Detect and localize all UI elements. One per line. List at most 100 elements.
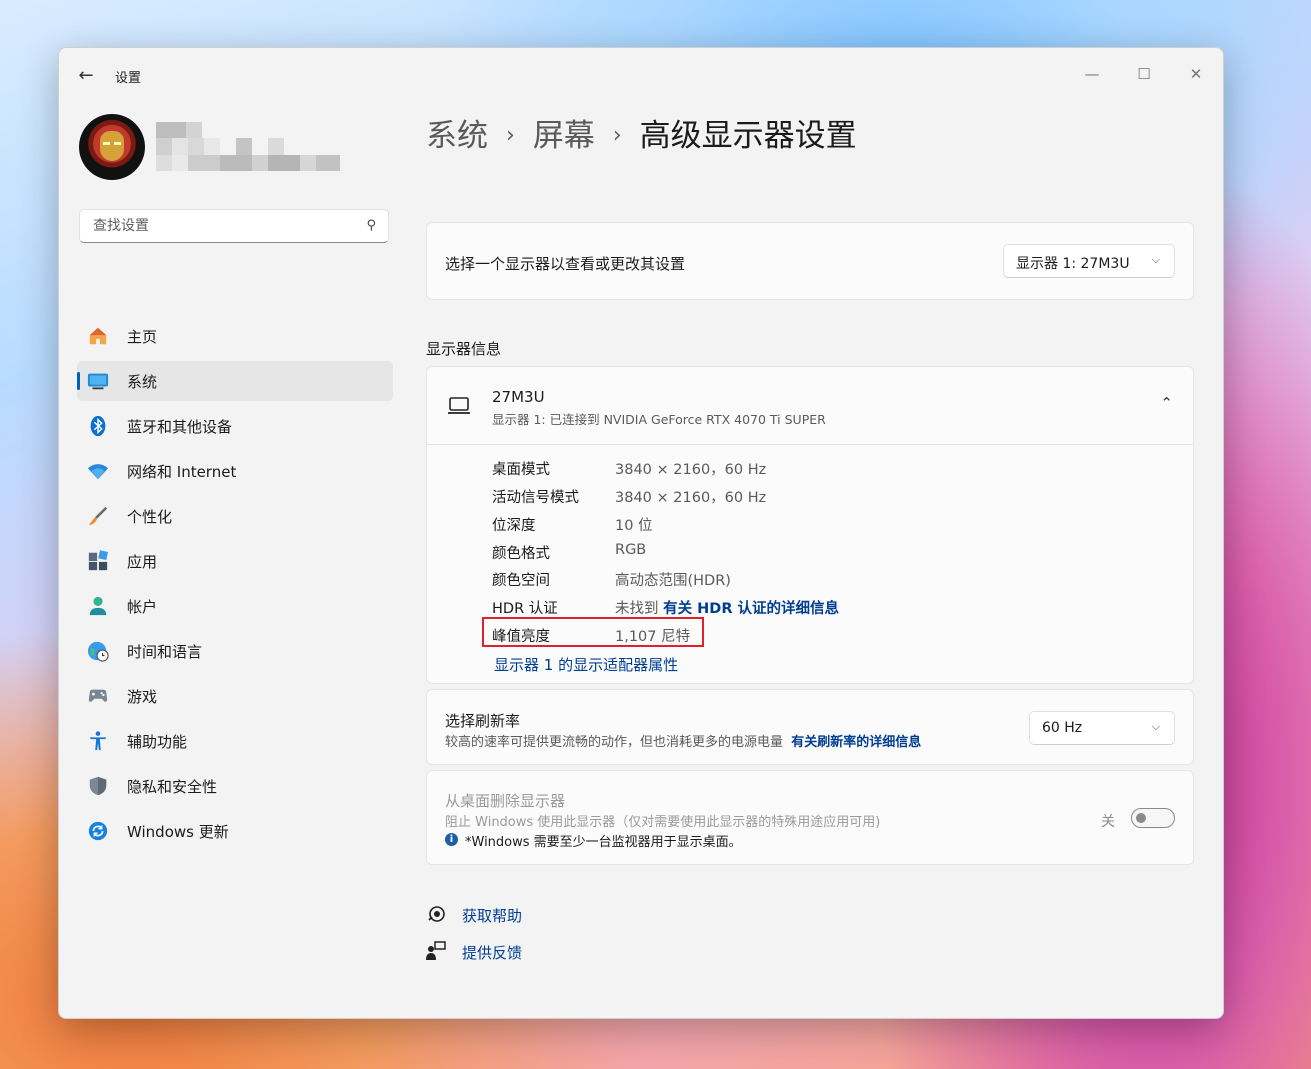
refresh-rate-desc: 较高的速率可提供更流畅的动作，但也消耗更多的电源电量 有关刷新率的详细信息 bbox=[445, 731, 921, 750]
remove-display-title: 从桌面删除显示器 bbox=[445, 792, 566, 810]
info-key: 活动信号模式 bbox=[492, 490, 579, 506]
sidebar-item-personalization[interactable]: 个性化 bbox=[77, 496, 393, 536]
settings-window: ← 设置 — ☐ ✕ 查找设置 ⚲ 主页 系统 蓝牙和其他设备 网络和 Inte… bbox=[58, 47, 1224, 1019]
chevron-down-icon: ⌵ bbox=[1151, 720, 1160, 733]
refresh-rate-title: 选择刷新率 bbox=[445, 712, 521, 730]
search-input[interactable] bbox=[91, 217, 355, 235]
main-content: 系统 › 屏幕 › 高级显示器设置 选择一个显示器以查看或更改其设置 显示器 1: 27… bbox=[426, 104, 1196, 1004]
refresh-rate-desc-text: 较高的速率可提供更流畅的动作，但也消耗更多的电源电量 bbox=[445, 735, 784, 750]
chevron-down-icon: ⌵ bbox=[1151, 253, 1160, 266]
accessibility-icon bbox=[89, 731, 107, 751]
sidebar-item-label: 辅助功能 bbox=[127, 733, 188, 751]
sidebar-item-home[interactable]: 主页 bbox=[77, 316, 393, 356]
gamepad-icon bbox=[88, 689, 108, 702]
feedback-link[interactable]: 提供反馈 bbox=[462, 942, 522, 963]
maximize-button[interactable]: ☐ bbox=[1121, 58, 1167, 90]
page-title: 高级显示器设置 bbox=[639, 118, 857, 154]
shield-icon bbox=[89, 776, 107, 796]
remove-display-note: *Windows 需要至少一台监视器用于显示桌面。 bbox=[465, 835, 742, 850]
display-info-header[interactable]: 27M3U 显示器 1: 已连接到 NVIDIA GeForce RTX 407… bbox=[427, 367, 1193, 445]
monitor-select-dropdown[interactable]: 显示器 1: 27M3U ⌵ bbox=[1003, 244, 1175, 278]
sidebar-item-apps[interactable]: 应用 bbox=[77, 541, 393, 581]
home-icon bbox=[89, 327, 107, 345]
monitor-select-value: 显示器 1: 27M3U bbox=[1016, 256, 1130, 272]
search-box[interactable]: ⚲ bbox=[79, 209, 389, 243]
monitor-name: 27M3U bbox=[492, 388, 545, 406]
help-icon bbox=[428, 906, 445, 922]
sidebar-item-label: 帐户 bbox=[127, 598, 158, 616]
account-icon bbox=[89, 596, 107, 616]
sidebar-item-label: 蓝牙和其他设备 bbox=[127, 418, 233, 436]
sidebar-item-label: 游戏 bbox=[127, 688, 158, 706]
info-value: 高动态范围(HDR) bbox=[615, 573, 731, 589]
hdr-cert-link[interactable]: 有关 HDR 认证的详细信息 bbox=[663, 601, 839, 617]
info-value: RGB bbox=[615, 542, 647, 558]
sidebar-item-accessibility[interactable]: 辅助功能 bbox=[77, 721, 393, 761]
search-icon[interactable]: ⚲ bbox=[366, 218, 376, 233]
info-key: 颜色空间 bbox=[492, 573, 550, 589]
sidebar-item-bluetooth[interactable]: 蓝牙和其他设备 bbox=[77, 406, 393, 446]
adapter-properties-link[interactable]: 显示器 1 的显示适配器属性 bbox=[494, 654, 678, 675]
info-icon: i bbox=[445, 833, 458, 846]
hdr-cert-status: 未找到 bbox=[615, 601, 659, 617]
toggle-knob bbox=[1136, 813, 1146, 823]
sidebar-item-label: Windows 更新 bbox=[127, 823, 229, 841]
sidebar-item-label: 隐私和安全性 bbox=[127, 778, 218, 796]
sidebar-item-label: 系统 bbox=[127, 373, 158, 391]
display-info-card: 27M3U 显示器 1: 已连接到 NVIDIA GeForce RTX 407… bbox=[426, 366, 1194, 684]
info-key: 桌面模式 bbox=[492, 462, 550, 478]
brush-icon bbox=[88, 506, 108, 526]
highlight-box bbox=[482, 617, 704, 647]
sidebar-item-label: 个性化 bbox=[127, 508, 173, 526]
sidebar-item-label: 时间和语言 bbox=[127, 643, 203, 661]
sidebar-item-network[interactable]: 网络和 Internet bbox=[77, 451, 393, 491]
nav-list: 主页 系统 蓝牙和其他设备 网络和 Internet 个性化 应用 帐户 时间和… bbox=[77, 316, 393, 856]
remove-display-desc: 阻止 Windows 使用此显示器（仅对需要使用此显示器的特殊用途应用可用) bbox=[445, 815, 881, 830]
sidebar-item-gaming[interactable]: 游戏 bbox=[77, 676, 393, 716]
section-title-display-info: 显示器信息 bbox=[426, 340, 502, 358]
sidebar-item-time-language[interactable]: 时间和语言 bbox=[77, 631, 393, 671]
sidebar-item-label: 应用 bbox=[127, 553, 158, 571]
update-icon bbox=[88, 821, 108, 841]
globe-clock-icon bbox=[87, 641, 109, 662]
sidebar-item-system[interactable]: 系统 bbox=[77, 361, 393, 401]
title-bar: ← 设置 — ☐ ✕ bbox=[59, 48, 1223, 104]
chevron-up-icon[interactable]: ⌃ bbox=[1160, 394, 1173, 412]
chevron-right-icon: › bbox=[612, 123, 622, 148]
feedback-icon bbox=[426, 941, 446, 960]
info-key: HDR 认证 bbox=[492, 601, 558, 617]
refresh-rate-value: 60 Hz bbox=[1042, 720, 1083, 736]
system-icon bbox=[87, 373, 109, 390]
remove-display-toggle[interactable] bbox=[1131, 808, 1175, 828]
avatar[interactable] bbox=[79, 114, 145, 180]
monitor-description: 显示器 1: 已连接到 NVIDIA GeForce RTX 4070 Ti S… bbox=[492, 412, 826, 427]
info-key: 颜色格式 bbox=[492, 546, 550, 562]
sidebar-item-label: 主页 bbox=[127, 328, 158, 346]
breadcrumb-display[interactable]: 屏幕 bbox=[533, 118, 595, 154]
refresh-rate-dropdown[interactable]: 60 Hz ⌵ bbox=[1029, 711, 1175, 745]
breadcrumb-system[interactable]: 系统 bbox=[426, 118, 488, 154]
sidebar-item-label: 网络和 Internet bbox=[127, 463, 237, 481]
bluetooth-icon bbox=[90, 415, 106, 437]
back-button[interactable]: ← bbox=[75, 66, 97, 86]
sidebar-item-privacy[interactable]: 隐私和安全性 bbox=[77, 766, 393, 806]
wifi-icon bbox=[87, 464, 109, 480]
refresh-rate-link[interactable]: 有关刷新率的详细信息 bbox=[791, 735, 921, 750]
close-button[interactable]: ✕ bbox=[1173, 58, 1219, 90]
remove-display-card: 从桌面删除显示器 阻止 Windows 使用此显示器（仅对需要使用此显示器的特殊… bbox=[426, 770, 1194, 865]
sidebar-item-accounts[interactable]: 帐户 bbox=[77, 586, 393, 626]
sidebar-item-windows-update[interactable]: Windows 更新 bbox=[77, 811, 393, 851]
laptop-icon bbox=[448, 397, 470, 414]
monitor-select-label: 选择一个显示器以查看或更改其设置 bbox=[445, 255, 686, 273]
info-key: 位深度 bbox=[492, 518, 536, 534]
info-value: 3840 × 2160，60 Hz bbox=[615, 490, 767, 506]
minimize-button[interactable]: — bbox=[1069, 58, 1115, 90]
info-value: 10 位 bbox=[615, 518, 653, 534]
get-help-link[interactable]: 获取帮助 bbox=[462, 905, 522, 926]
breadcrumb: 系统 › 屏幕 › 高级显示器设置 bbox=[426, 110, 857, 155]
chevron-right-icon: › bbox=[506, 123, 515, 148]
sidebar: ⚲ 主页 系统 蓝牙和其他设备 网络和 Internet 个性化 bbox=[59, 104, 409, 1004]
monitor-select-card: 选择一个显示器以查看或更改其设置 显示器 1: 27M3U ⌵ bbox=[426, 222, 1194, 300]
app-title: 设置 bbox=[115, 71, 142, 86]
refresh-rate-card: 选择刷新率 较高的速率可提供更流畅的动作，但也消耗更多的电源电量 有关刷新率的详… bbox=[426, 689, 1194, 765]
